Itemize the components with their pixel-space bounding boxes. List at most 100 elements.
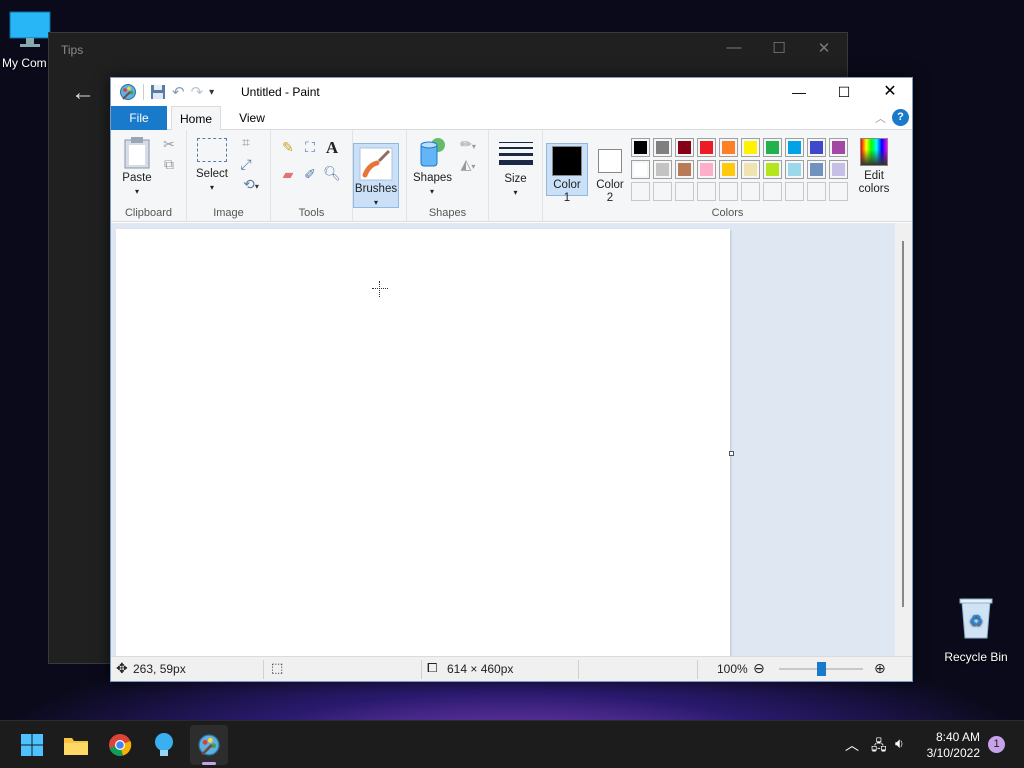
edit-colors-button[interactable]: Edit colors [855, 138, 893, 196]
palette-swatch[interactable] [807, 160, 826, 179]
canvas-resize-handle[interactable] [729, 451, 734, 456]
cut-icon[interactable]: ✂ [160, 136, 178, 153]
clock[interactable]: 8:40 AM 3/10/2022 [927, 729, 980, 761]
zoom-out-button[interactable]: ⊖ [753, 660, 765, 677]
palette-swatch[interactable] [719, 160, 738, 179]
palette-swatch[interactable] [829, 160, 848, 179]
palette-swatch[interactable] [763, 160, 782, 179]
tips-app-button[interactable] [148, 729, 180, 761]
zoom-slider-thumb[interactable] [817, 662, 826, 676]
recycle-bin-desktop-icon[interactable]: ♻ Recycle Bin [940, 596, 1012, 664]
palette-swatch[interactable] [631, 160, 650, 179]
palette-swatch[interactable] [675, 182, 694, 201]
crop-icon[interactable]: ⌗ [237, 134, 255, 151]
palette-swatch[interactable] [785, 182, 804, 201]
network-icon[interactable]: 🖧︎ [871, 735, 887, 759]
palette-swatch[interactable] [807, 182, 826, 201]
volume-icon[interactable]: 🔉︎ [895, 735, 904, 752]
palette-swatch-color [810, 141, 823, 154]
customize-qat-icon[interactable]: ▾ [209, 87, 214, 98]
palette-swatch[interactable] [719, 182, 738, 201]
shapes-button[interactable]: Shapes ▾ [413, 136, 452, 198]
text-icon[interactable]: A [323, 138, 341, 158]
windows-logo-icon [21, 734, 43, 756]
color1-swatch [552, 146, 582, 176]
tips-minimize-button[interactable]: — [719, 39, 749, 56]
palette-swatch[interactable] [829, 182, 848, 201]
palette-swatch-color [722, 141, 735, 154]
canvas-size-icon: ⧠ [427, 660, 438, 675]
pencil-icon[interactable]: ✎ [279, 139, 297, 156]
palette-swatch[interactable] [741, 138, 760, 157]
tips-maximize-button[interactable]: ☐ [764, 39, 794, 57]
undo-icon[interactable]: ↶ [172, 83, 185, 101]
save-icon[interactable] [150, 84, 166, 100]
palette-swatch[interactable] [697, 160, 716, 179]
collapse-ribbon-icon[interactable]: ︿ [875, 110, 886, 126]
palette-swatch[interactable] [631, 182, 650, 201]
palette-swatch-color [832, 141, 845, 154]
chrome-button[interactable] [104, 729, 136, 761]
notification-badge[interactable]: 1 [988, 736, 1005, 753]
copy-icon[interactable]: ⧉ [160, 156, 178, 173]
color1-button[interactable]: Color 1 [546, 143, 588, 204]
clipboard-group-label: Clipboard [124, 207, 173, 219]
palette-swatch[interactable] [653, 160, 672, 179]
color-picker-icon[interactable]: ✐ [301, 166, 319, 183]
palette-swatch[interactable] [631, 138, 650, 157]
maximize-button[interactable]: ☐ [821, 78, 867, 106]
palette-swatch[interactable] [785, 160, 804, 179]
zoom-slider[interactable] [779, 662, 863, 676]
paste-button[interactable]: Paste ▾ [119, 136, 155, 198]
zoom-in-button[interactable]: ⊕ [874, 660, 886, 677]
palette-swatch[interactable] [763, 138, 782, 157]
tab-file[interactable]: File [111, 106, 167, 130]
outline-icon[interactable]: ✏▾ [455, 136, 481, 153]
palette-swatch[interactable] [719, 138, 738, 157]
redo-icon[interactable]: ↷ [191, 83, 204, 101]
palette-swatch[interactable] [785, 138, 804, 157]
palette-swatch[interactable] [653, 138, 672, 157]
palette-swatch[interactable] [675, 138, 694, 157]
paint-window[interactable]: ↶ ↷ ▾ Untitled - Paint — ☐ ✕ File Home V… [110, 77, 913, 682]
magnifier-icon[interactable]: 🔍︎ [323, 165, 341, 182]
brushes-button[interactable]: Brushes ▾ [353, 143, 399, 208]
palette-swatch[interactable] [807, 138, 826, 157]
palette-swatch[interactable] [697, 182, 716, 201]
color2-button[interactable]: Color 2 [590, 143, 630, 204]
tab-home[interactable]: Home [171, 106, 221, 131]
help-icon[interactable]: ? [892, 109, 909, 126]
selection-rectangle-icon [197, 138, 227, 162]
show-hidden-icons-chevron-icon[interactable]: ︿ [845, 735, 859, 755]
minimize-button[interactable]: — [776, 78, 822, 106]
drawing-canvas[interactable] [116, 229, 730, 656]
palette-swatch[interactable] [675, 160, 694, 179]
start-button[interactable] [16, 729, 48, 761]
color2-swatch [598, 149, 622, 173]
rotate-icon[interactable]: ⟲▾ [237, 176, 265, 193]
back-arrow-icon[interactable]: ← [71, 79, 95, 107]
paint-taskbar-button[interactable] [190, 725, 228, 765]
palette-swatch[interactable] [763, 182, 782, 201]
shape-fill-icon[interactable]: ◭▾ [455, 156, 481, 173]
file-explorer-button[interactable] [60, 729, 92, 761]
color2-label: Color [596, 179, 624, 191]
palette-swatch[interactable] [741, 182, 760, 201]
cursor-position: 263, 59px [133, 662, 186, 676]
size-button[interactable]: Size ▾ [489, 130, 543, 222]
close-button[interactable]: ✕ [867, 78, 913, 106]
tab-view[interactable]: View [227, 106, 277, 130]
palette-swatch[interactable] [829, 138, 848, 157]
select-button[interactable]: Select ▾ [193, 136, 231, 194]
vertical-scrollbar-thumb[interactable] [902, 241, 904, 607]
palette-swatch[interactable] [741, 160, 760, 179]
palette-swatch[interactable] [697, 138, 716, 157]
tips-close-button[interactable]: ✕ [809, 39, 839, 57]
vertical-scrollbar[interactable] [895, 223, 912, 656]
fill-icon[interactable]: ⛶ [301, 139, 319, 156]
resize-icon[interactable]: ⤢ [237, 156, 255, 173]
paste-label: Paste [122, 172, 152, 184]
eraser-icon[interactable]: ▰ [279, 166, 297, 183]
palette-swatch[interactable] [653, 182, 672, 201]
canvas-workspace[interactable] [111, 223, 912, 656]
